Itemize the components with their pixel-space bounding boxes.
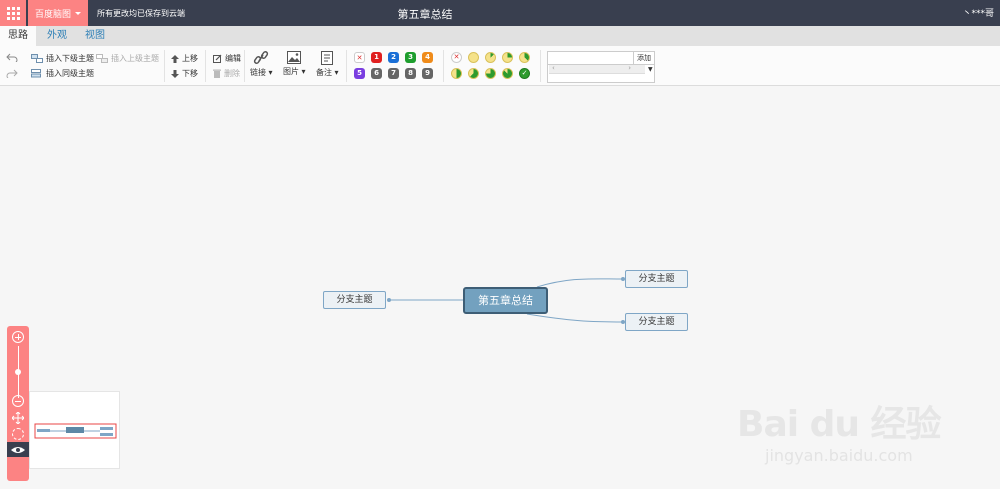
- scroll-left-icon[interactable]: ‹: [552, 64, 555, 72]
- edit-label: 编辑: [225, 54, 241, 63]
- minimap-preview: [34, 423, 117, 439]
- insert-sibling-label: 插入同级主题: [46, 69, 94, 78]
- image-icon: [287, 51, 302, 64]
- scroll-right-icon[interactable]: ›: [628, 64, 631, 72]
- insert-sibling-icon: [31, 69, 41, 78]
- tab-view[interactable]: 视图: [76, 26, 114, 46]
- arrow-down-icon: [171, 69, 179, 78]
- redo-icon[interactable]: [6, 68, 18, 78]
- tag-input[interactable]: [547, 51, 634, 65]
- priority-3-button[interactable]: 3: [405, 52, 416, 63]
- progress-6-button[interactable]: [485, 68, 496, 79]
- user-menu[interactable]: 丶***哥: [962, 6, 994, 19]
- navigator-toggle[interactable]: [7, 442, 29, 457]
- insert-parent-button[interactable]: 插入上级主题: [96, 53, 159, 64]
- watermark-logo: Bai du 经验: [737, 404, 942, 445]
- document-title: 第五章总结: [397, 8, 453, 21]
- priority-8-button[interactable]: 8: [405, 68, 416, 79]
- link-icon: [254, 51, 269, 64]
- link-label: 链接: [250, 68, 266, 77]
- insert-parent-icon: [96, 54, 108, 63]
- zoom-panel: [7, 326, 29, 481]
- priority-6-button[interactable]: 6: [371, 68, 382, 79]
- branch-node-right-top[interactable]: 分支主题: [625, 270, 688, 288]
- priority-5-button[interactable]: 5: [354, 68, 365, 79]
- delete-label: 删除: [224, 69, 240, 78]
- locate-icon[interactable]: [12, 428, 24, 440]
- zoom-slider-handle[interactable]: [15, 369, 21, 375]
- progress-4-button[interactable]: [451, 68, 462, 79]
- insert-sibling-button[interactable]: 插入同级主题: [31, 68, 94, 79]
- tag-dropdown-icon[interactable]: ▼: [648, 66, 653, 73]
- zoom-out-icon[interactable]: [12, 395, 24, 407]
- note-icon: [321, 51, 334, 65]
- progress-7-button[interactable]: [502, 68, 513, 79]
- progress-done-button[interactable]: ✓: [519, 68, 530, 79]
- progress-5-button[interactable]: [468, 68, 479, 79]
- progress-3-button[interactable]: [519, 52, 530, 63]
- trash-icon: [213, 69, 221, 78]
- toolbar-divider: [346, 50, 347, 82]
- progress-0-button[interactable]: [468, 52, 479, 63]
- priority-7-button[interactable]: 7: [388, 68, 399, 79]
- arrow-up-icon: [171, 54, 179, 63]
- insert-parent-label: 插入上级主题: [111, 54, 159, 63]
- insert-child-button[interactable]: 插入下级主题: [31, 53, 94, 64]
- link-button[interactable]: 链接 ▾: [250, 51, 273, 78]
- progress-2-button[interactable]: [502, 52, 513, 63]
- toolbar-divider: [205, 50, 206, 82]
- delete-button[interactable]: 删除: [213, 68, 240, 79]
- priority-9-button[interactable]: 9: [422, 68, 433, 79]
- move-icon[interactable]: [12, 412, 24, 424]
- tag-add-button[interactable]: 添加: [634, 51, 655, 65]
- root-node[interactable]: 第五章总结: [463, 287, 548, 314]
- image-button[interactable]: 图片 ▾: [283, 51, 306, 77]
- image-label: 图片: [283, 67, 299, 76]
- toolbar: 插入下级主题 插入上级主题 插入同级主题 上移 下移 编辑 删除 链接 ▾ 图片…: [0, 46, 1000, 86]
- note-button[interactable]: 备注 ▾: [316, 51, 339, 78]
- edit-icon: [213, 54, 222, 63]
- eye-icon: [11, 446, 25, 453]
- priority-remove-button[interactable]: ✕: [354, 52, 365, 63]
- priority-4-button[interactable]: 4: [422, 52, 433, 63]
- toolbar-divider: [443, 50, 444, 82]
- toolbar-divider: [244, 50, 245, 82]
- progress-remove-button[interactable]: ✕: [451, 52, 462, 63]
- toolbar-divider: [164, 50, 165, 82]
- branch-node-right-bottom[interactable]: 分支主题: [625, 313, 688, 331]
- tab-bar: 思路 外观 视图: [0, 26, 1000, 46]
- top-bar: 百度脑图 所有更改均已保存到云端 第五章总结 丶***哥: [0, 0, 1000, 26]
- move-up-label: 上移: [182, 54, 198, 63]
- undo-icon[interactable]: [6, 52, 18, 62]
- tag-scrollbar[interactable]: ‹ ›: [549, 64, 645, 74]
- image-label-wrap: 图片 ▾: [283, 67, 306, 76]
- note-label: 备注: [316, 68, 332, 77]
- minimap[interactable]: [29, 391, 120, 469]
- branch-node-left[interactable]: 分支主题: [323, 291, 386, 309]
- move-up-button[interactable]: 上移: [171, 53, 198, 64]
- insert-child-icon: [31, 54, 43, 63]
- tab-thinking[interactable]: 思路: [0, 26, 36, 46]
- move-down-button[interactable]: 下移: [171, 68, 198, 79]
- tab-appearance[interactable]: 外观: [38, 26, 76, 46]
- zoom-in-icon[interactable]: [12, 331, 24, 343]
- priority-2-button[interactable]: 2: [388, 52, 399, 63]
- progress-1-button[interactable]: [485, 52, 496, 63]
- note-label-wrap: 备注 ▾: [316, 68, 339, 77]
- watermark-url: jingyan.baidu.com: [765, 446, 913, 465]
- priority-1-button[interactable]: 1: [371, 52, 382, 63]
- insert-child-label: 插入下级主题: [46, 54, 94, 63]
- move-down-label: 下移: [182, 69, 198, 78]
- edit-button[interactable]: 编辑: [213, 53, 241, 64]
- link-label-wrap: 链接 ▾: [250, 68, 273, 77]
- toolbar-divider: [540, 50, 541, 82]
